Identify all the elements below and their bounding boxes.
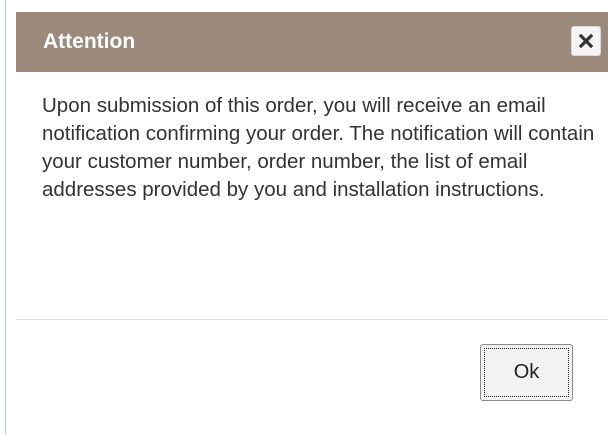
dialog-titlebar[interactable]: Attention: [16, 12, 608, 72]
dialog-divider: [16, 319, 608, 320]
dialog-title: Attention: [43, 30, 136, 53]
close-icon: [579, 34, 593, 48]
attention-dialog: Attention Upon submission of this order,…: [0, 0, 614, 435]
ok-button-label: Ok: [484, 348, 569, 397]
dialog-left-edge: [0, 0, 6, 435]
ok-button[interactable]: Ok: [480, 344, 573, 401]
close-button[interactable]: [571, 26, 601, 56]
dialog-message: Upon submission of this order, you will …: [42, 94, 595, 201]
